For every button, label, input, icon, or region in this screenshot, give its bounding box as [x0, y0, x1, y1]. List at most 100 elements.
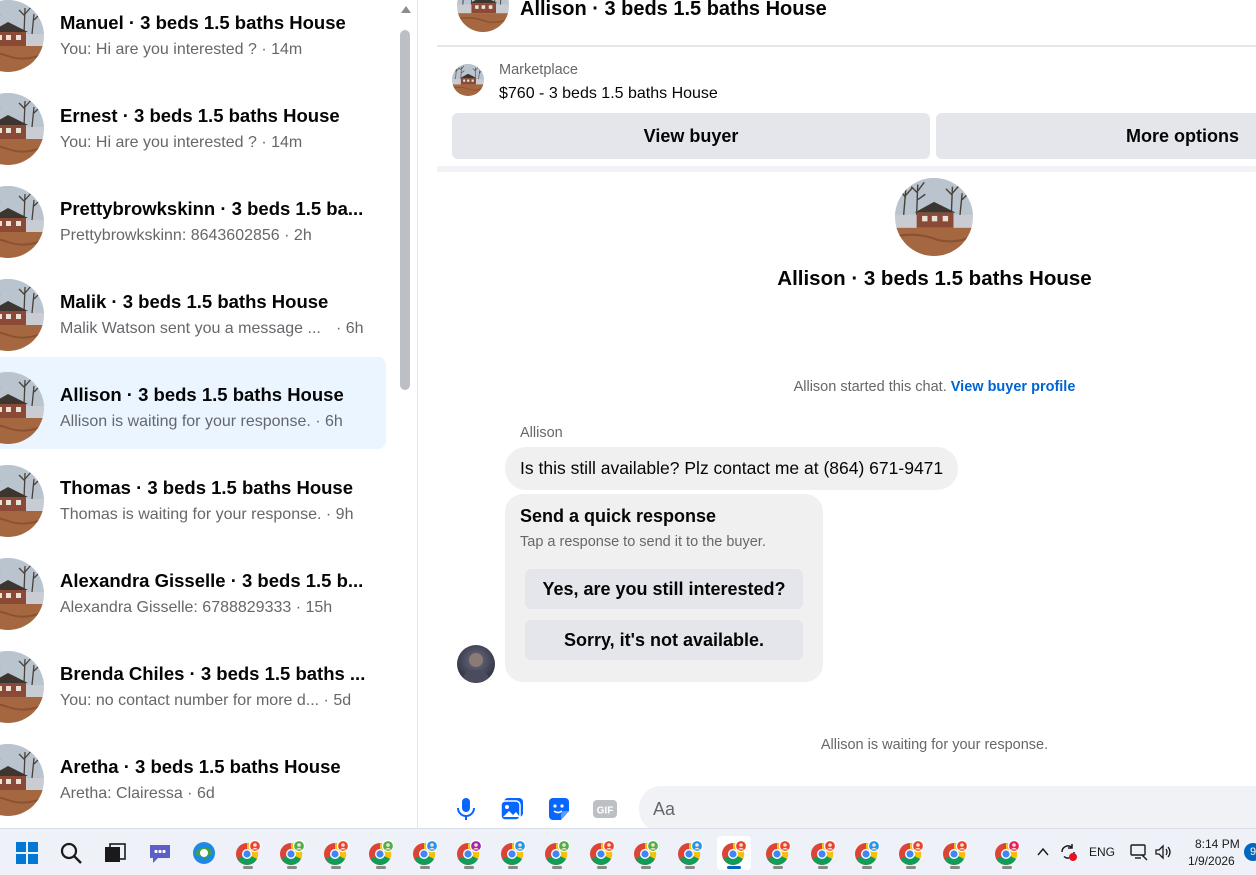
message-input[interactable] [639, 786, 1256, 832]
running-indicator [331, 866, 342, 869]
running-indicator [640, 866, 651, 869]
conversation-avatar [0, 465, 44, 537]
conversation-title: Ernest · 3 beds 1.5 baths House [60, 105, 340, 126]
header-avatar[interactable] [457, 0, 509, 32]
conversation-item[interactable]: Aretha · 3 beds 1.5 baths House Aretha: C… [0, 729, 386, 821]
sync-icon[interactable] [1058, 842, 1078, 862]
chrome-profile-11-icon[interactable] [673, 836, 707, 870]
gif-icon[interactable]: GIF [592, 796, 618, 822]
chrome-profile-3-icon[interactable] [319, 836, 353, 870]
message-bubble[interactable]: Is this still available? Plz contact me … [505, 447, 959, 490]
task-view-icon[interactable] [98, 836, 132, 870]
view-buyer-profile-link[interactable]: View buyer profile [951, 379, 1076, 395]
waiting-notice: Allison is waiting for your response. [820, 737, 1049, 753]
chrome-profile-14-icon[interactable] [806, 836, 840, 870]
photo-icon[interactable] [499, 796, 525, 822]
conversation-scrollbar[interactable] [398, 6, 414, 828]
edge-icon[interactable] [187, 836, 221, 870]
sticker-icon[interactable] [546, 796, 572, 822]
clock-time[interactable]: 8:14 PM [1195, 837, 1240, 851]
conversation-item[interactable]: Alexandra Gisselle · 3 beds 1.5 b... Alex… [0, 543, 386, 635]
running-indicator [906, 866, 916, 869]
conversation-avatar [0, 0, 44, 72]
conversation-item[interactable]: Allison · 3 beds 1.5 baths House Allison … [0, 357, 386, 449]
chrome-profile-6-icon[interactable] [452, 836, 486, 870]
conversation-title: Thomas · 3 beds 1.5 baths House [60, 477, 353, 498]
conversation-item[interactable]: Manuel · 3 beds 1.5 baths House You: Hi a… [0, 0, 386, 77]
language-indicator[interactable]: ENG [1089, 845, 1115, 859]
chrome-profile-5-icon[interactable] [408, 836, 442, 870]
chrome-profile-13-icon[interactable] [761, 836, 795, 870]
running-indicator [950, 866, 961, 869]
house-photo-image [0, 279, 44, 351]
conversation-title: Alexandra Gisselle · 3 beds 1.5 b... [60, 570, 364, 591]
conversation-title: Prettybrowkskinn · 3 beds 1.5 ba... [60, 198, 364, 219]
chrome-profile-17-icon[interactable] [938, 836, 972, 870]
chrome-profile-12-icon[interactable] [717, 836, 752, 870]
running-indicator [508, 866, 519, 869]
conversation-item[interactable]: Thomas · 3 beds 1.5 baths House Thomas is… [0, 450, 386, 542]
quick-response-subtitle: Tap a response to send it to the buyer. [520, 534, 766, 550]
chrome-profile-2-icon[interactable] [275, 836, 309, 870]
chrome-profile-1-icon[interactable] [231, 836, 265, 870]
chrome-profile-16-icon[interactable] [894, 836, 928, 870]
chrome-profile-10-icon[interactable] [629, 836, 663, 870]
chrome-profile-9-icon[interactable] [585, 836, 619, 870]
network-icon[interactable] [1129, 842, 1149, 862]
running-indicator [419, 866, 430, 869]
chat-header: Allison · 3 beds 1.5 baths House [437, 0, 1256, 47]
sender-avatar-image [457, 645, 495, 683]
marketplace-listing-banner: Marketplace $760 - 3 beds 1.5 baths Hous… [437, 49, 1256, 172]
clock-date[interactable]: 1/9/2026 [1188, 854, 1235, 868]
notification-badge[interactable]: 9 [1244, 843, 1256, 861]
quick-response-yes-button[interactable]: Yes, are you still interested? [525, 569, 803, 609]
search-icon[interactable] [54, 836, 88, 870]
volume-icon[interactable] [1153, 842, 1173, 862]
message-text: Is this still available? Plz contact me … [520, 458, 944, 478]
listing-kind-label: Marketplace [499, 62, 578, 78]
chrome-profile-7-icon[interactable] [496, 836, 530, 870]
quick-response-no-button[interactable]: Sorry, it's not available. [525, 620, 803, 660]
chat-started-text: Allison started this chat. [793, 379, 947, 395]
conversation-title: Manuel · 3 beds 1.5 baths House [60, 12, 346, 33]
sender-avatar[interactable] [457, 645, 495, 683]
message-composer: GIF [437, 784, 1256, 832]
more-options-button[interactable]: More options [936, 113, 1256, 159]
conversation-avatar [0, 186, 44, 258]
start-icon[interactable] [10, 836, 44, 870]
house-photo-image [0, 93, 44, 165]
chrome-profile-4-icon[interactable] [364, 836, 398, 870]
running-indicator [817, 866, 828, 869]
chrome-profile-15-icon[interactable] [850, 836, 884, 870]
conversation-avatar [0, 558, 44, 630]
view-buyer-button[interactable]: View buyer [452, 113, 930, 159]
scroll-up-arrow-icon[interactable] [401, 6, 411, 13]
conversation-item[interactable]: Ernest · 3 beds 1.5 baths House You: Hi a… [0, 78, 386, 170]
listing-title[interactable]: $760 - 3 beds 1.5 baths House [499, 85, 718, 103]
microphone-icon[interactable] [453, 796, 479, 822]
conversation-preview: Prettybrowkskinn: 8643602856 · 2h [60, 227, 312, 244]
conversation-item[interactable]: Malik · 3 beds 1.5 baths House Malik Wats… [0, 264, 386, 356]
chrome-profile-18-icon[interactable] [990, 836, 1024, 870]
conversation-list: Manuel · 3 beds 1.5 baths House You: Hi a… [0, 0, 418, 828]
conversation-preview: Allison is waiting for your response. · … [60, 413, 343, 430]
house-photo-image [0, 744, 44, 816]
conversation-preview: Aretha: Clairessa · 6d [60, 785, 215, 802]
house-photo-image [0, 465, 44, 537]
conversation-avatar [0, 93, 44, 165]
running-indicator [287, 866, 298, 869]
messenger-window: Manuel · 3 beds 1.5 baths House You: Hi a… [0, 0, 1256, 875]
conversation-avatar [0, 744, 44, 816]
quick-response-card: Send a quick response Tap a response to … [505, 494, 823, 682]
conversation-item[interactable]: Prettybrowkskinn · 3 beds 1.5 ba... Prett… [0, 171, 386, 263]
conversation-item[interactable]: Brenda Chiles · 3 beds 1.5 baths ... You:… [0, 636, 386, 728]
scroll-thumb[interactable] [400, 30, 410, 390]
listing-thumbnail[interactable] [452, 64, 484, 96]
chat-title[interactable]: Allison · 3 beds 1.5 baths House [520, 0, 827, 21]
conversation-avatar [895, 178, 973, 256]
running-indicator [596, 866, 607, 869]
house-photo-image [0, 372, 44, 444]
chevron-up-icon[interactable] [1036, 845, 1050, 859]
chrome-profile-8-icon[interactable] [540, 836, 574, 870]
teams-chat-icon[interactable] [143, 836, 177, 870]
